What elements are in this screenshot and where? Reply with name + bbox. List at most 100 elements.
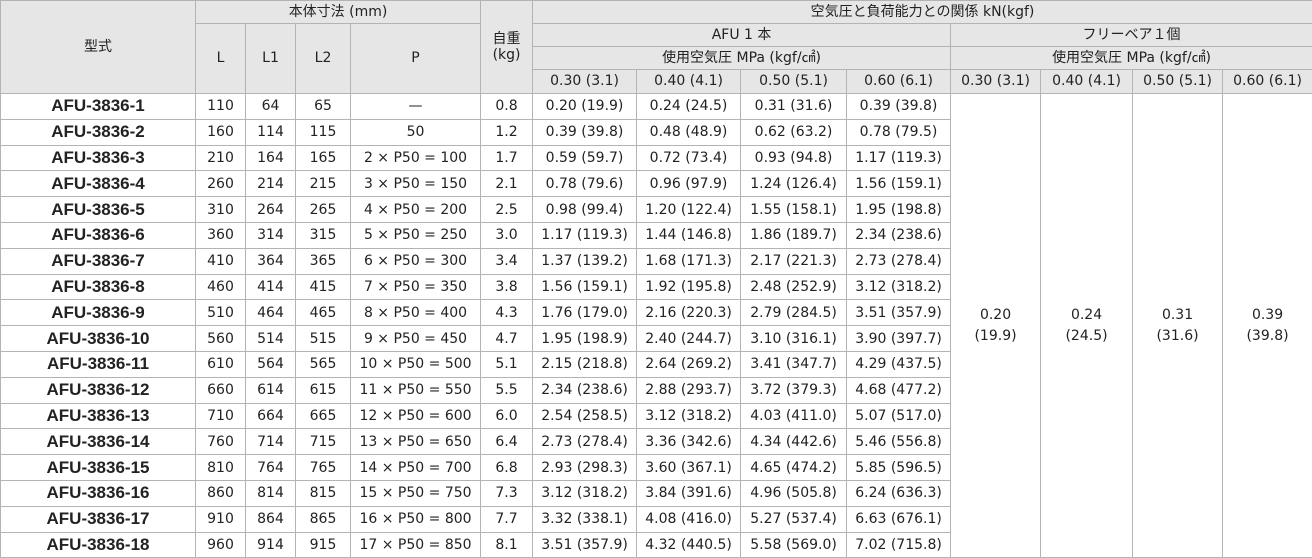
model-cell: AFU-3836-17 (1, 506, 196, 532)
dim-p-cell: 15 × P50 = 750 (351, 480, 481, 506)
load-cell: 6.63 (676.1) (847, 506, 951, 532)
body-dims-header: 本体寸法 (mm) (196, 1, 481, 24)
weight-cell: 4.3 (481, 300, 533, 326)
load-cell: 5.27 (537.4) (741, 506, 847, 532)
model-cell: AFU-3836-16 (1, 480, 196, 506)
dim-l-cell: 760 (196, 429, 246, 455)
load-cell: 1.92 (195.8) (637, 274, 741, 300)
dim-l2-cell: 65 (296, 94, 351, 120)
dim-l1-cell: 514 (246, 326, 296, 352)
dim-l-cell: 910 (196, 506, 246, 532)
pressure-col-header: 0.50 (5.1) (1133, 70, 1223, 94)
weight-header-label: 自重 (481, 31, 532, 47)
free-pressure-header: 使用空気圧 MPa (kgf/㎠) (951, 47, 1312, 70)
load-cell: 2.48 (252.9) (741, 274, 847, 300)
load-cell: 3.10 (316.1) (741, 326, 847, 352)
dim-l1-cell: 364 (246, 248, 296, 274)
dim-p-cell: 10 × P50 = 500 (351, 351, 481, 377)
dim-header-l1: L1 (246, 24, 296, 94)
dim-p-cell: — (351, 94, 481, 120)
model-cell: AFU-3836-5 (1, 197, 196, 223)
load-cell: 2.73 (278.4) (533, 429, 637, 455)
dim-l1-cell: 814 (246, 480, 296, 506)
load-cell: 1.56 (159.1) (533, 274, 637, 300)
model-cell: AFU-3836-6 (1, 222, 196, 248)
dim-p-cell: 14 × P50 = 700 (351, 455, 481, 481)
model-header: 型式 (1, 1, 196, 94)
pressure-col-header: 0.30 (3.1) (533, 70, 637, 94)
free-bearing-kn: 0.31 (1133, 305, 1222, 325)
weight-cell: 1.7 (481, 145, 533, 171)
load-cell: 3.51 (357.9) (533, 532, 637, 558)
pressure-col-header: 0.40 (4.1) (1041, 70, 1133, 94)
pressure-col-header: 0.60 (6.1) (847, 70, 951, 94)
model-cell: AFU-3836-15 (1, 455, 196, 481)
free-bearing-kgf: (19.9) (951, 326, 1040, 346)
dim-l-cell: 610 (196, 351, 246, 377)
load-cell: 1.55 (158.1) (741, 197, 847, 223)
load-cell: 1.56 (159.1) (847, 171, 951, 197)
dim-l2-cell: 715 (296, 429, 351, 455)
model-cell: AFU-3836-3 (1, 145, 196, 171)
model-cell: AFU-3836-2 (1, 119, 196, 145)
weight-cell: 5.5 (481, 377, 533, 403)
spec-table: 型式 本体寸法 (mm) 自重 (kg) 空気圧と負荷能力との関係 kN(kgf… (0, 0, 1312, 558)
load-cell: 1.20 (122.4) (637, 197, 741, 223)
load-cell: 3.32 (338.1) (533, 506, 637, 532)
dim-l2-cell: 465 (296, 300, 351, 326)
load-cell: 2.88 (293.7) (637, 377, 741, 403)
model-cell: AFU-3836-7 (1, 248, 196, 274)
dim-l2-cell: 515 (296, 326, 351, 352)
load-cell: 0.93 (94.8) (741, 145, 847, 171)
dim-l-cell: 960 (196, 532, 246, 558)
load-cell: 6.24 (636.3) (847, 480, 951, 506)
load-cell: 4.65 (474.2) (741, 455, 847, 481)
dim-p-cell: 12 × P50 = 600 (351, 403, 481, 429)
dim-l1-cell: 114 (246, 119, 296, 145)
free-bearing-cell: 0.20 (19.9) (951, 94, 1041, 558)
load-cell: 5.07 (517.0) (847, 403, 951, 429)
model-cell: AFU-3836-9 (1, 300, 196, 326)
load-cell: 3.12 (318.2) (533, 480, 637, 506)
dim-l1-cell: 614 (246, 377, 296, 403)
load-cell: 0.59 (59.7) (533, 145, 637, 171)
dim-l-cell: 160 (196, 119, 246, 145)
load-cell: 1.17 (119.3) (533, 222, 637, 248)
load-cell: 4.03 (411.0) (741, 403, 847, 429)
load-cell: 4.08 (416.0) (637, 506, 741, 532)
dim-l2-cell: 915 (296, 532, 351, 558)
load-cell: 2.34 (238.6) (847, 222, 951, 248)
load-cell: 0.78 (79.6) (533, 171, 637, 197)
dim-l2-cell: 415 (296, 274, 351, 300)
weight-header-unit: (kg) (481, 47, 532, 63)
dim-p-cell: 4 × P50 = 200 (351, 197, 481, 223)
dim-l1-cell: 764 (246, 455, 296, 481)
load-cell: 2.79 (284.5) (741, 300, 847, 326)
weight-cell: 4.7 (481, 326, 533, 352)
dim-p-cell: 8 × P50 = 400 (351, 300, 481, 326)
load-cell: 4.29 (437.5) (847, 351, 951, 377)
free-bearing-kn: 0.20 (951, 305, 1040, 325)
load-cell: 3.84 (391.6) (637, 480, 741, 506)
load-cell: 0.62 (63.2) (741, 119, 847, 145)
table-row: AFU-3836-1 110 64 65 — 0.8 0.20 (19.9) 0… (1, 94, 1312, 120)
dim-l-cell: 110 (196, 94, 246, 120)
dim-l-cell: 260 (196, 171, 246, 197)
load-cell: 3.12 (318.2) (847, 274, 951, 300)
load-cell: 5.46 (556.8) (847, 429, 951, 455)
dim-l-cell: 810 (196, 455, 246, 481)
free-bearing-kgf: (24.5) (1041, 326, 1132, 346)
model-cell: AFU-3836-10 (1, 326, 196, 352)
weight-cell: 7.3 (481, 480, 533, 506)
load-cell: 0.78 (79.5) (847, 119, 951, 145)
load-cell: 3.36 (342.6) (637, 429, 741, 455)
dim-l1-cell: 414 (246, 274, 296, 300)
model-cell: AFU-3836-14 (1, 429, 196, 455)
dim-l-cell: 660 (196, 377, 246, 403)
dim-p-cell: 50 (351, 119, 481, 145)
pressure-col-header: 0.40 (4.1) (637, 70, 741, 94)
load-cell: 4.96 (505.8) (741, 480, 847, 506)
load-cell: 3.41 (347.7) (741, 351, 847, 377)
weight-cell: 2.5 (481, 197, 533, 223)
weight-cell: 7.7 (481, 506, 533, 532)
